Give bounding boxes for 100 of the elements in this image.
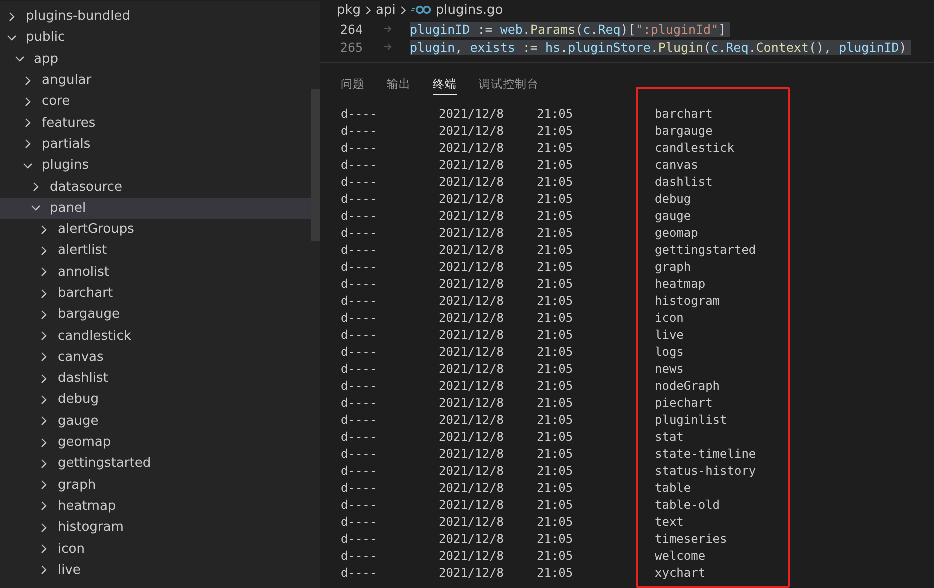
terminal-text: welcome [655, 548, 707, 565]
terminal-text: 2021/12/8 [439, 242, 506, 259]
terminal-text: 21:05 [537, 531, 574, 548]
terminal-text: 2021/12/8 [439, 344, 506, 361]
tree-item[interactable]: angular [0, 70, 311, 92]
terminal-text: d---- [341, 106, 378, 123]
breadcrumb-item[interactable]: plugins.go [436, 2, 504, 18]
terminal-text: d---- [341, 174, 378, 191]
terminal-text: 21:05 [537, 140, 574, 157]
terminal-text: graph [655, 259, 692, 276]
terminal-text: 21:05 [537, 310, 574, 327]
terminal-text: 2021/12/8 [439, 395, 506, 412]
terminal-text: 2021/12/8 [439, 412, 506, 429]
tree-item[interactable]: panel [0, 198, 311, 219]
terminal-text: state-timeline [655, 446, 758, 463]
tree-item[interactable]: gauge [0, 410, 311, 432]
terminal-text: 21:05 [537, 276, 574, 293]
tree-item[interactable]: live [0, 560, 311, 582]
panel-tab[interactable]: 输出 [387, 73, 411, 95]
terminal-text: 2021/12/8 [439, 480, 506, 497]
scrollbar-thumb[interactable] [311, 89, 320, 241]
terminal-text: 21:05 [537, 157, 574, 174]
terminal-text: d---- [341, 446, 378, 463]
terminal-text: 21:05 [537, 327, 574, 344]
tree-item[interactable]: icon [0, 538, 311, 560]
terminal-text: 21:05 [537, 225, 574, 242]
terminal-text: 2021/12/8 [439, 191, 506, 208]
tree-item[interactable]: features [0, 112, 311, 134]
tree-item[interactable]: canvas [0, 346, 311, 368]
terminal-text: pluginlist [655, 412, 728, 429]
terminal-text: 21:05 [537, 446, 574, 463]
terminal-text: d---- [341, 310, 378, 327]
tree-item[interactable]: dashlist [0, 368, 311, 390]
terminal-text: candlestick [655, 140, 736, 157]
tree-item[interactable]: alertlist [0, 240, 311, 262]
tree-item[interactable]: public [0, 27, 311, 49]
terminal-text: dashlist [655, 174, 714, 191]
terminal-text: 21:05 [537, 361, 574, 378]
tree-item[interactable]: geomap [0, 432, 311, 454]
terminal-text: piechart [655, 395, 714, 412]
tree-item[interactable]: bargauge [0, 304, 311, 326]
tree-item[interactable]: plugins-bundled [0, 6, 311, 28]
terminal-text: 21:05 [537, 412, 574, 429]
terminal-text: d---- [341, 140, 378, 157]
tree-item[interactable]: annolist [0, 262, 311, 283]
tree-item[interactable]: heatmap [0, 496, 311, 518]
tree-item[interactable]: barchart [0, 282, 311, 304]
tree-item[interactable]: candlestick [0, 325, 311, 347]
terminal-text: 2021/12/8 [439, 565, 506, 582]
terminal-text: 2021/12/8 [439, 208, 506, 225]
tab-arrow-icon [383, 24, 393, 34]
tree-item[interactable]: debug [0, 389, 311, 411]
tree-item[interactable]: plugins [0, 155, 311, 176]
tree-item[interactable]: datasource [0, 176, 311, 198]
terminal-text: 21:05 [537, 344, 574, 361]
terminal-text: 2021/12/8 [439, 157, 506, 174]
tree-item[interactable]: gettingstarted [0, 453, 311, 475]
panel-tab[interactable]: 调试控制台 [479, 73, 539, 95]
breadcrumb-item[interactable]: api [376, 2, 396, 18]
terminal-text: d---- [341, 565, 378, 582]
terminal-text: d---- [341, 463, 378, 480]
terminal-text: 21:05 [537, 242, 574, 259]
terminal-text: logs [655, 344, 685, 361]
tree-item[interactable]: partials [0, 134, 311, 156]
terminal-text: d---- [341, 378, 378, 395]
tree-item[interactable]: alertGroups [0, 218, 311, 240]
terminal-text: gauge [655, 208, 692, 225]
tree-item[interactable]: graph [0, 474, 311, 496]
terminal-text: 21:05 [537, 191, 574, 208]
terminal-text: d---- [341, 157, 378, 174]
terminal-text: d---- [341, 497, 378, 514]
terminal-text: 2021/12/8 [439, 140, 506, 157]
terminal-text: 2021/12/8 [439, 123, 506, 140]
terminal-text: 21:05 [537, 174, 574, 191]
terminal-text: d---- [341, 242, 378, 259]
terminal-text: 21:05 [537, 106, 574, 123]
terminal-text: text [655, 514, 685, 531]
terminal-text: 2021/12/8 [439, 361, 506, 378]
tree-item[interactable]: core [0, 91, 311, 112]
breadcrumb-item[interactable]: pkg [337, 2, 362, 18]
tree-item[interactable]: app [0, 48, 311, 70]
terminal-text: d---- [341, 259, 378, 276]
terminal-text: 21:05 [537, 497, 574, 514]
terminal-text: d---- [341, 429, 378, 446]
terminal-text: 2021/12/8 [439, 548, 506, 565]
terminal-text: heatmap [655, 276, 707, 293]
terminal-text: 21:05 [537, 123, 574, 140]
terminal-text: d---- [341, 225, 378, 242]
terminal-text: d---- [341, 327, 378, 344]
terminal-text: d---- [341, 480, 378, 497]
terminal-text: 2021/12/8 [439, 106, 506, 123]
terminal-text: 2021/12/8 [439, 429, 506, 446]
terminal-text: 21:05 [537, 429, 574, 446]
terminal-text: news [655, 361, 685, 378]
tree-item[interactable]: histogram [0, 517, 311, 538]
panel-tab[interactable]: 问题 [341, 73, 365, 95]
terminal-text: stat [655, 429, 685, 446]
panel-tab[interactable]: 终端 [433, 73, 457, 95]
terminal-text: 2021/12/8 [439, 225, 506, 242]
terminal-text: 2021/12/8 [439, 310, 506, 327]
